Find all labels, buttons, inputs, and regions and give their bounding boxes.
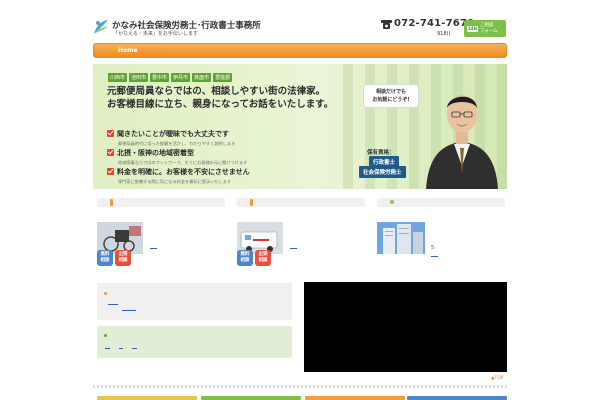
- news-panel: [97, 283, 292, 320]
- blog-link[interactable]: [119, 348, 123, 349]
- orange-marker-icon: [110, 199, 113, 206]
- hero-headline: 元郵便局員ならではの、相談しやすい街の法律家。 お客様目線に立ち、親身になってお…: [107, 86, 333, 112]
- blog-panel: [97, 326, 292, 358]
- city-tags: 川西市 池田市 豊中市 伊丹市 箕面市 豊能郡: [108, 73, 233, 82]
- header: かなみ社会保険労務士･行政書士事務所 「かなえる・未来」をお手伝いします 072…: [0, 0, 600, 44]
- feature-desc: 専門家に依頼する際に気になる料金を最初に提示いたします: [118, 179, 232, 184]
- qualification-badge: 社会保険労務士: [359, 166, 406, 178]
- footer-banner[interactable]: [305, 396, 405, 400]
- free-consult-badge: 無料 相談: [97, 250, 113, 266]
- phone-hours: 918(): [437, 31, 451, 37]
- city-tag: 伊丹市: [171, 73, 191, 82]
- footer-divider: [93, 385, 507, 388]
- footer-banner[interactable]: [201, 396, 301, 400]
- footer-banner[interactable]: [97, 396, 197, 400]
- check-icon: [107, 149, 114, 156]
- news-link[interactable]: [122, 310, 136, 311]
- green-dot-icon: [390, 200, 394, 204]
- video-player[interactable]: [304, 282, 507, 372]
- feature-title: 料金を明確に。お客様を不安にさせません: [117, 168, 250, 176]
- main-nav: Home: [93, 43, 507, 58]
- service-link[interactable]: [290, 248, 297, 249]
- qualification-label: 保有資格：: [367, 150, 395, 156]
- check-icon: [107, 130, 114, 137]
- city-tag: 池田市: [129, 73, 149, 82]
- page: かなみ社会保険労務士･行政書士事務所 「かなえる・未来」をお手伝いします 072…: [0, 0, 600, 400]
- hero-headline-line-1: 元郵便局員ならではの、相談しやすい街の法律家。: [107, 86, 326, 97]
- feature-title: 北摂・阪神の地域密着型: [117, 149, 194, 157]
- contact-form-button[interactable]: 24H ご相談 フォーム: [464, 20, 506, 37]
- news-link[interactable]: [108, 304, 118, 305]
- lawyer-portrait: [426, 95, 498, 189]
- green-dot-icon: [104, 334, 107, 337]
- visit-consult-badge: 出張 相談: [115, 250, 131, 266]
- service-column-header[interactable]: [97, 198, 225, 207]
- check-icon: [107, 168, 114, 175]
- service-caption: 5: [431, 245, 435, 251]
- speech-bubble: 相談だけでも お気軽にどうぞ!: [363, 84, 419, 108]
- phone-number: 072-741-7670: [394, 18, 475, 29]
- building-photo[interactable]: [377, 222, 425, 254]
- contact-form-label: ご相談 フォーム: [479, 23, 498, 34]
- service-column-header[interactable]: [377, 198, 505, 207]
- orange-marker-icon: [250, 199, 253, 206]
- visit-consult-badge: 出張 相談: [255, 250, 271, 266]
- phone-icon: [381, 20, 392, 29]
- city-tag: 豊中市: [150, 73, 170, 82]
- back-to-top-link[interactable]: ▲TOP: [491, 376, 503, 381]
- service-link[interactable]: [150, 248, 157, 249]
- service-link[interactable]: [431, 256, 438, 257]
- city-tag: 豊能郡: [213, 73, 233, 82]
- nav-item-home[interactable]: Home: [118, 47, 137, 54]
- feature-item: 料金を明確に。お客様を不安にさせません 専門家に依頼する際に気になる料金を最初に…: [107, 159, 250, 185]
- free-consult-badge: 無料 相談: [237, 250, 253, 266]
- city-tag: 川西市: [108, 73, 128, 82]
- orange-dot-icon: [104, 292, 107, 295]
- feature-title: 聞きたいことが曖昧でも大丈夫です: [117, 130, 229, 138]
- hero-headline-line-2: お客様目線に立ち、親身になってお話をいたします。: [107, 98, 334, 110]
- hero-banner: 川西市 池田市 豊中市 伊丹市 箕面市 豊能郡 元郵便局員ならではの、相談しやす…: [93, 64, 507, 189]
- footer-banner[interactable]: [407, 396, 507, 400]
- tagline: 「かなえる・未来」をお手伝いします: [113, 31, 198, 37]
- city-tag: 箕面市: [192, 73, 212, 82]
- logo-icon[interactable]: [92, 18, 110, 36]
- blog-link[interactable]: [132, 348, 137, 349]
- blog-link[interactable]: [105, 348, 110, 349]
- 24h-badge: 24H: [467, 25, 478, 32]
- service-column-header[interactable]: [237, 198, 365, 207]
